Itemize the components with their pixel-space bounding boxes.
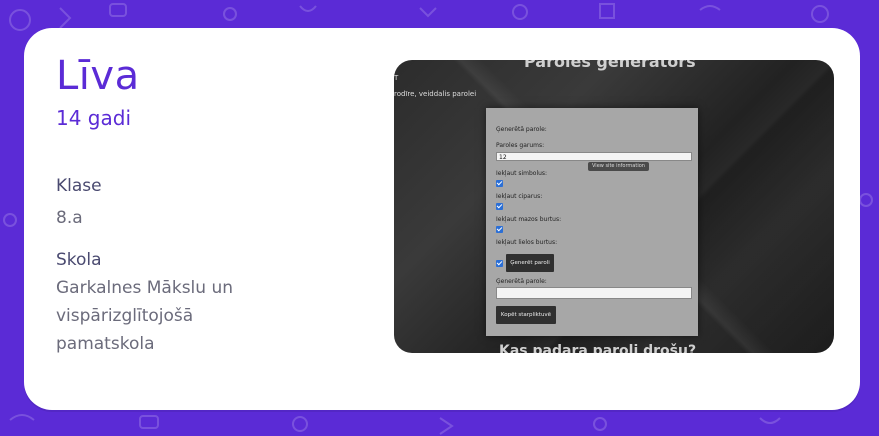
- class-label: Klase: [56, 176, 102, 196]
- school-line-1: Garkalnes Mākslu un: [56, 278, 233, 298]
- screenshot-title: Paroles ģenerators: [524, 60, 696, 71]
- generated-label: Ģenerētā parole:: [496, 126, 547, 133]
- class-value: 8.a: [56, 208, 83, 228]
- lowercase-checkbox[interactable]: [496, 226, 503, 233]
- tooltip: View site information: [588, 162, 649, 171]
- student-age: 14 gadi: [56, 106, 132, 130]
- length-label: Paroles garums:: [496, 142, 545, 149]
- numbers-option-label: Iekļaut ciparus:: [496, 193, 543, 200]
- generate-password-button[interactable]: Ģenerēt paroli: [506, 254, 554, 272]
- screenshot-side-letter: T: [394, 74, 399, 82]
- profile-card: Līva 14 gadi Klase 8.a Skola Garkalnes M…: [24, 28, 860, 410]
- school-line-2: vispārizglītojošā: [56, 306, 194, 326]
- uppercase-checkbox[interactable]: [496, 260, 503, 267]
- generated-password-label: Ģenerētā parole:: [496, 278, 547, 285]
- screenshot-bottom-title: Kas padara paroli drošu?: [499, 343, 697, 353]
- uppercase-option-label: Iekļaut lielos burtus:: [496, 239, 558, 246]
- symbols-option-label: Iekļaut simbolus:: [496, 170, 548, 177]
- screenshot-side-hint: rodīre, veiddalis parolei: [394, 90, 477, 98]
- school-label: Skola: [56, 250, 102, 270]
- password-generator-panel: Ģenerētā parole: Paroles garums: 12 View…: [486, 108, 698, 336]
- copy-clipboard-button[interactable]: Kopēt starpliktuvē: [496, 306, 556, 324]
- length-input[interactable]: 12: [496, 152, 692, 161]
- generated-password-field[interactable]: [496, 287, 692, 299]
- symbols-checkbox[interactable]: [496, 180, 503, 187]
- numbers-checkbox[interactable]: [496, 203, 503, 210]
- lowercase-option-label: Iekļaut mazos burtus:: [496, 216, 562, 223]
- school-line-3: pamatskola: [56, 334, 155, 354]
- student-name: Līva: [56, 53, 140, 99]
- project-screenshot: Paroles ģenerators T rodīre, veiddalis p…: [394, 60, 834, 353]
